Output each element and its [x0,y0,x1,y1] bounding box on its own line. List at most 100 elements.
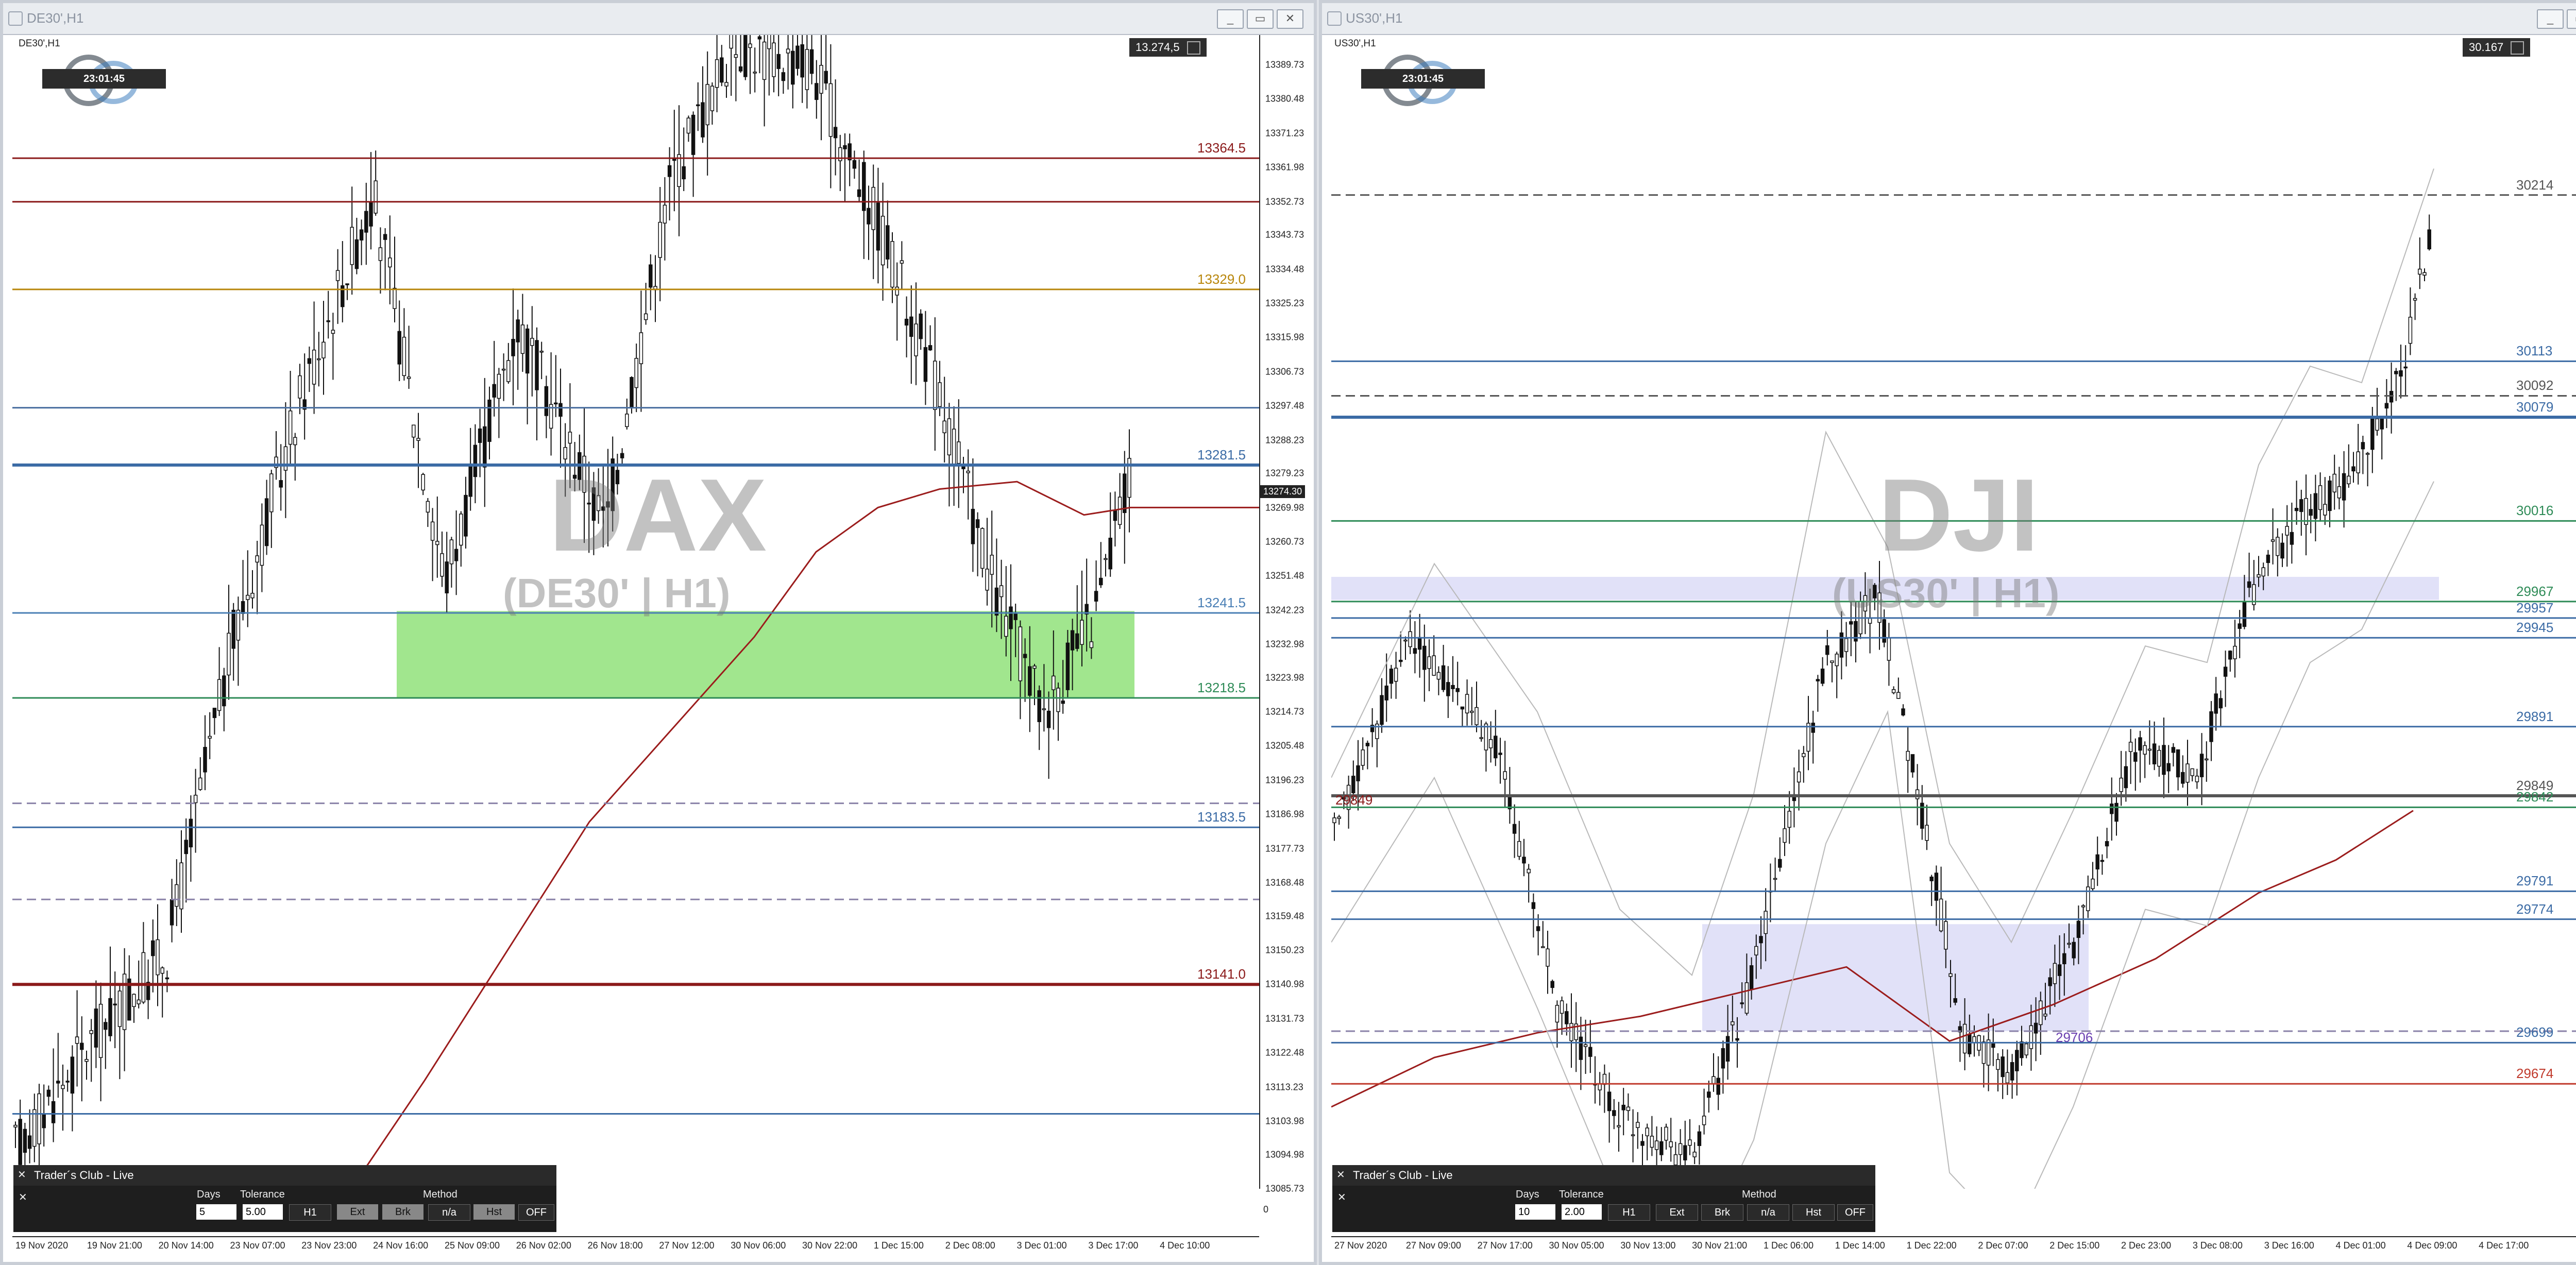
candle-body [2218,698,2223,709]
candle-body [1617,1125,1621,1127]
ext-button[interactable]: Ext [1656,1204,1698,1221]
crosshair-icon[interactable] [1187,41,1200,55]
panel-header[interactable]: Trader´s Club - Live [1332,1165,1875,1186]
candle-body [1413,648,1417,654]
brk-button[interactable]: Brk [1701,1204,1743,1221]
time-tick-label: 4 Dec 09:00 [2407,1240,2458,1251]
panel-header[interactable]: Trader´s Club - Live [13,1165,556,1186]
minimize-button[interactable]: _ [2537,9,2564,29]
time-axis[interactable]: 27 Nov 2020 27 Nov 09:00 27 Nov 17:00 30 No… [1331,1236,2576,1262]
restore-button[interactable]: ▭ [1247,9,1274,29]
time-tick-label: 30 Nov 06:00 [731,1240,786,1251]
candle-body [1802,753,1806,757]
price-level-label: 13364.5 [1197,140,1246,156]
candle-body [1972,1036,1976,1043]
candle-body [1825,645,1829,655]
close-button[interactable]: ✕ [1277,9,1303,29]
panel-close-icon[interactable]: ✕ [1336,1168,1345,1181]
price-box[interactable]: 13.274,5 [1129,38,1207,57]
time-axis[interactable]: 19 Nov 2020 19 Nov 21:00 20 Nov 14:00 23 No… [12,1236,1259,1262]
tolerance-input[interactable]: 2.00 [1562,1204,1602,1220]
window-titlebar[interactable]: US30',H1 _ ▭ ✕ [1322,3,2576,35]
candle-body [1441,665,1446,690]
candle-body [743,35,748,77]
window-titlebar[interactable]: DE30',H1 _ ▭ ✕ [3,3,1314,35]
candle-body [212,708,217,719]
candle-body [189,818,193,848]
brk-button[interactable]: Brk [382,1204,423,1220]
days-input[interactable]: 10 [1515,1204,1555,1220]
candle-body [2020,1041,2024,1058]
price-level-label: 13218.5 [1197,680,1246,696]
candle-body [13,1124,18,1127]
time-tick-label: 27 Nov 2020 [1334,1240,1387,1251]
candle-body [1711,1076,1716,1084]
time-tick-label: 2 Dec 07:00 [1978,1240,2028,1251]
panel-x-icon[interactable]: ✕ [19,1191,27,1204]
off-button[interactable]: OFF [1837,1204,1873,1221]
candle-body [1560,1000,1564,1014]
candle-body [383,234,387,240]
candle-body [2323,504,2327,516]
candle-body [1565,1011,1569,1024]
candle-body [748,43,752,48]
candle-body [23,1129,27,1153]
tolerance-input[interactable]: 5.00 [243,1204,283,1220]
traders-club-panel[interactable]: Trader´s Club - Live ✕ ✕ Days Tolerance … [1332,1165,1875,1232]
time-tick-label: 20 Nov 14:00 [158,1240,214,1251]
price-box[interactable]: 30.167 [2463,38,2531,57]
method-na-button[interactable]: n/a [1747,1204,1789,1221]
time-tick-label: 23 Nov 07:00 [230,1240,285,1251]
traders-club-panel[interactable]: Trader´s Club - Live ✕ ✕ Days Tolerance … [13,1165,556,1232]
price-axis[interactable]: 13389.73 13380.48 13371.23 13361.98 13352.73… [1259,35,1314,1194]
candle-body [724,82,728,87]
candle-body [2081,905,2086,908]
panel-close-icon[interactable]: ✕ [18,1168,26,1181]
candle-body [1389,669,1394,684]
timeframe-button[interactable]: H1 [289,1204,331,1221]
candle-body [805,49,809,90]
candle-body [2337,486,2342,499]
candle-body [1996,1059,2000,1070]
candle-body [895,286,899,296]
days-input[interactable]: 5 [196,1204,236,1220]
chart-window-left[interactable]: DE30',H1 _ ▭ ✕ 13389.73 13380.48 13371.23 1… [0,0,1317,1265]
candle-body [1778,859,1782,868]
price-level-label: 30092 [2516,378,2554,394]
time-tick-label: 2 Dec 23:00 [2121,1240,2172,1251]
price-level-label: 29774 [2516,901,2554,917]
price-level-label: 29957 [2516,600,2554,616]
candle-body [1451,685,1455,689]
price-tick-label: 13315.98 [1265,332,1304,343]
candle-body [1332,817,1336,824]
candle-body [141,952,146,1003]
window-menu-icon[interactable] [1327,11,1342,26]
candle-body [800,44,804,78]
timeframe-button[interactable]: H1 [1608,1204,1650,1221]
candle-body [942,420,946,434]
time-tick-label: 26 Nov 18:00 [587,1240,643,1251]
candle-body [227,632,231,676]
candle-body [412,424,416,438]
method-na-button[interactable]: n/a [428,1204,470,1221]
panel-x-icon[interactable]: ✕ [1337,1191,1346,1204]
candle-body [2309,509,2313,516]
ext-button[interactable]: Ext [337,1204,378,1220]
candle-body [2356,451,2360,473]
candle-body [2257,574,2261,578]
candle-body [1731,1021,1735,1025]
off-button[interactable]: OFF [518,1204,554,1221]
price-box-value: 13.274,5 [1136,41,1180,54]
candle-body [909,316,913,337]
hst-button[interactable]: Hst [1792,1204,1835,1221]
window-menu-icon[interactable] [8,11,23,26]
chart-window-right[interactable]: US30',H1 _ ▭ ✕ 30293.0430272.0430251.643… [1319,0,2576,1265]
restore-button[interactable]: ▭ [2567,9,2576,29]
candle-body [449,539,454,565]
minimize-button[interactable]: _ [1217,9,1244,29]
candle-body [1939,898,1943,932]
candle-body [1583,1044,1588,1047]
crosshair-icon[interactable] [2511,41,2524,55]
hst-button[interactable]: Hst [473,1204,515,1220]
candle-body [236,609,241,641]
